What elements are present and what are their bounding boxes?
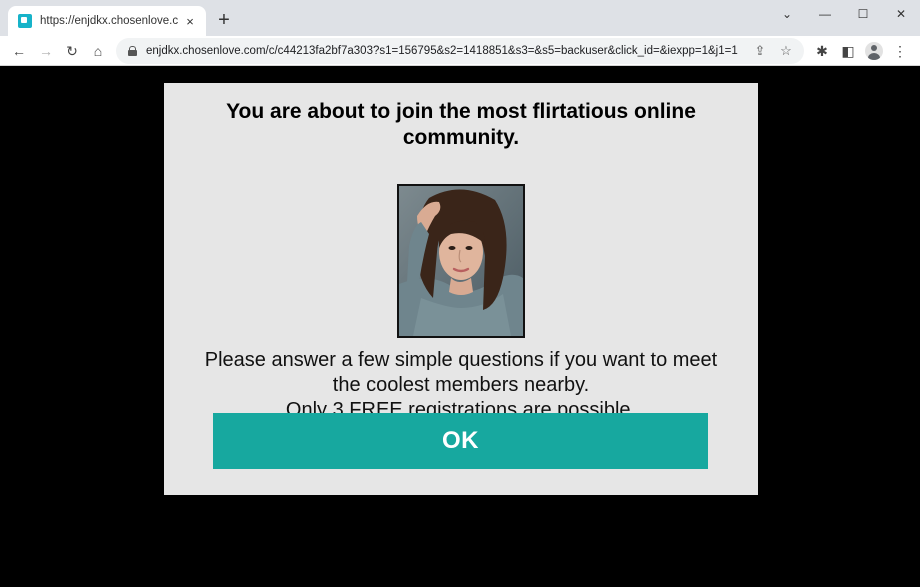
close-window-button[interactable]: ✕ xyxy=(886,4,916,24)
menu-kebab-icon[interactable]: ⋮ xyxy=(890,41,910,61)
share-icon[interactable]: ⇪ xyxy=(750,41,770,61)
home-icon[interactable]: ⌂ xyxy=(87,40,109,62)
tab-title: https://enjdkx.chosenlove.com/c xyxy=(40,15,178,27)
side-panel-icon[interactable]: ◧ xyxy=(838,41,858,61)
browser-window: https://enjdkx.chosenlove.com/c × + ⌄ — … xyxy=(0,0,920,587)
body-line-questions: Please answer a few simple questions if … xyxy=(204,349,718,396)
extensions-puzzle-icon[interactable]: ✱ xyxy=(812,41,832,61)
address-bar[interactable]: enjdkx.chosenlove.com/c/c44213fa2bf7a303… xyxy=(116,38,804,64)
new-tab-button[interactable]: + xyxy=(214,10,234,30)
maximize-button[interactable]: ☐ xyxy=(848,4,878,24)
tab-search-icon[interactable]: ⌄ xyxy=(772,4,802,24)
site-favicon-icon xyxy=(18,14,32,28)
profile-photo xyxy=(397,184,525,338)
woman-portrait-image xyxy=(399,186,523,336)
popup-modal: You are about to join the most flirtatio… xyxy=(164,83,758,495)
avatar xyxy=(865,42,883,60)
back-arrow-icon[interactable]: ← xyxy=(8,40,30,62)
title-bar: https://enjdkx.chosenlove.com/c × + ⌄ — … xyxy=(0,0,920,36)
modal-heading: You are about to join the most flirtatio… xyxy=(226,100,696,149)
profile-avatar-icon[interactable] xyxy=(864,41,884,61)
bookmark-star-icon[interactable]: ☆ xyxy=(776,41,796,61)
lock-icon[interactable] xyxy=(128,46,137,56)
ok-button[interactable]: OK xyxy=(213,413,708,469)
browser-toolbar: ← → ↻ ⌂ enjdkx.chosenlove.com/c/c44213fa… xyxy=(0,36,920,66)
close-tab-icon[interactable]: × xyxy=(182,13,198,29)
reload-icon[interactable]: ↻ xyxy=(61,40,83,62)
page-viewport: You are about to join the most flirtatio… xyxy=(0,67,920,587)
url-text[interactable]: enjdkx.chosenlove.com/c/c44213fa2bf7a303… xyxy=(146,45,744,57)
browser-tab[interactable]: https://enjdkx.chosenlove.com/c × xyxy=(8,6,206,36)
forward-arrow-icon[interactable]: → xyxy=(35,40,57,62)
minimize-button[interactable]: — xyxy=(810,4,840,24)
modal-body: Please answer a few simple questions if … xyxy=(194,348,728,423)
